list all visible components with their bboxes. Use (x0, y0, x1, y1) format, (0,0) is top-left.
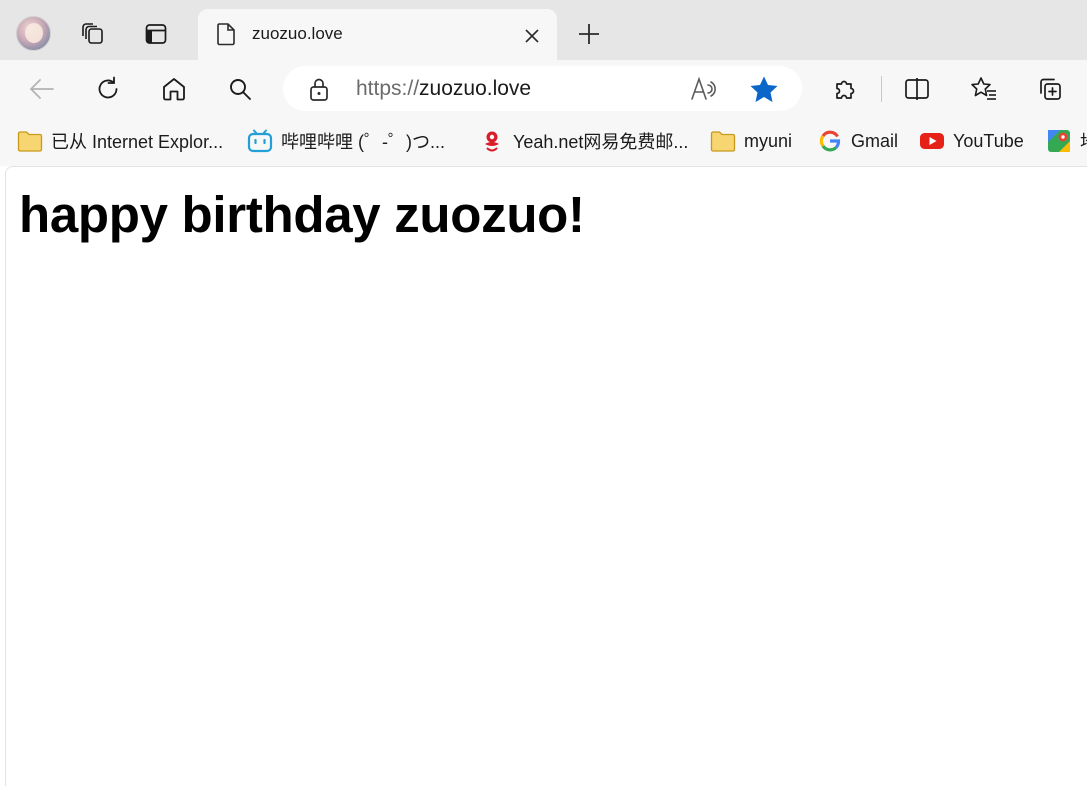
favorite-star-icon[interactable] (749, 75, 779, 103)
page-icon (217, 23, 235, 46)
workspaces-button[interactable] (73, 14, 113, 54)
navigation-toolbar: https://zuozuo.love (0, 60, 1087, 116)
search-button[interactable] (220, 69, 260, 109)
tab-close-button[interactable] (521, 25, 543, 47)
vertical-tabs-button[interactable] (136, 14, 176, 54)
favorites-button[interactable] (964, 69, 1004, 109)
url-text[interactable]: https://zuozuo.love (356, 77, 531, 101)
favorite-label: myuni (744, 130, 793, 151)
bilibili-icon (247, 129, 273, 153)
favorite-item-youtube[interactable]: YouTube (919, 127, 1024, 155)
tab-title: zuozuo.love (252, 24, 343, 43)
youtube-icon (919, 129, 945, 153)
maps-icon (1046, 129, 1072, 153)
favorite-item-ie-folder[interactable]: 已从 Internet Explor... (17, 127, 223, 155)
favorite-label: 哔哩哔哩 (゜-゜)つ... (281, 132, 445, 152)
tab-strip: zuozuo.love (0, 0, 1087, 60)
address-bar[interactable]: https://zuozuo.love (283, 66, 802, 111)
favorite-label: Gmail (851, 130, 899, 151)
netease-icon (479, 129, 505, 153)
profile-avatar[interactable] (16, 16, 51, 51)
favorites-list-icon (971, 77, 996, 100)
favorite-item-bilibili[interactable]: 哔哩哔哩 (゜-゜)つ... (247, 127, 445, 155)
folder-icon (710, 129, 736, 153)
search-icon (230, 79, 251, 100)
folder-icon (17, 129, 43, 153)
close-icon (525, 29, 539, 43)
google-icon (817, 129, 843, 153)
web-page-content: happy birthday zuozuo! (5, 166, 1087, 786)
tab-actions-icon (145, 24, 167, 44)
puzzle-icon (836, 80, 855, 99)
favorite-item-gmail[interactable]: Gmail (817, 127, 898, 155)
read-aloud-icon[interactable] (690, 76, 720, 102)
favorite-label: YouTube (953, 130, 1024, 151)
favorite-label: 已从 Internet Explor... (51, 132, 224, 152)
home-button[interactable] (154, 69, 194, 109)
split-screen-button[interactable] (897, 69, 937, 109)
split-screen-icon (905, 78, 929, 100)
plus-icon (579, 24, 599, 44)
tab-active[interactable]: zuozuo.love (198, 9, 557, 60)
favorite-label: 地 (1080, 128, 1087, 154)
lock-icon[interactable] (307, 76, 331, 102)
back-button[interactable] (22, 69, 62, 109)
collections-button[interactable] (1030, 69, 1070, 109)
refresh-button[interactable] (88, 69, 128, 109)
extensions-button[interactable] (825, 69, 865, 109)
favorite-item-myuni[interactable]: myuni (710, 127, 792, 155)
toolbar-divider (881, 76, 882, 102)
favorites-bar: 已从 Internet Explor... 哔哩哔哩 (゜-゜)つ... Yea… (0, 116, 1087, 166)
favorite-item-yeah-net[interactable]: Yeah.net网易免费邮... (479, 127, 688, 155)
url-scheme: https:// (356, 77, 420, 100)
favorite-item-maps[interactable]: 地 (1046, 127, 1087, 155)
home-icon (163, 78, 185, 101)
collections-icon (1040, 78, 1061, 100)
workspaces-icon (82, 23, 103, 44)
favorite-label: Yeah.net网易免费邮... (513, 132, 689, 152)
page-heading: happy birthday zuozuo! (19, 186, 585, 243)
new-tab-button[interactable] (571, 17, 607, 51)
url-host: zuozuo.love (419, 77, 532, 100)
back-arrow-icon (30, 79, 54, 99)
refresh-icon (98, 76, 118, 99)
